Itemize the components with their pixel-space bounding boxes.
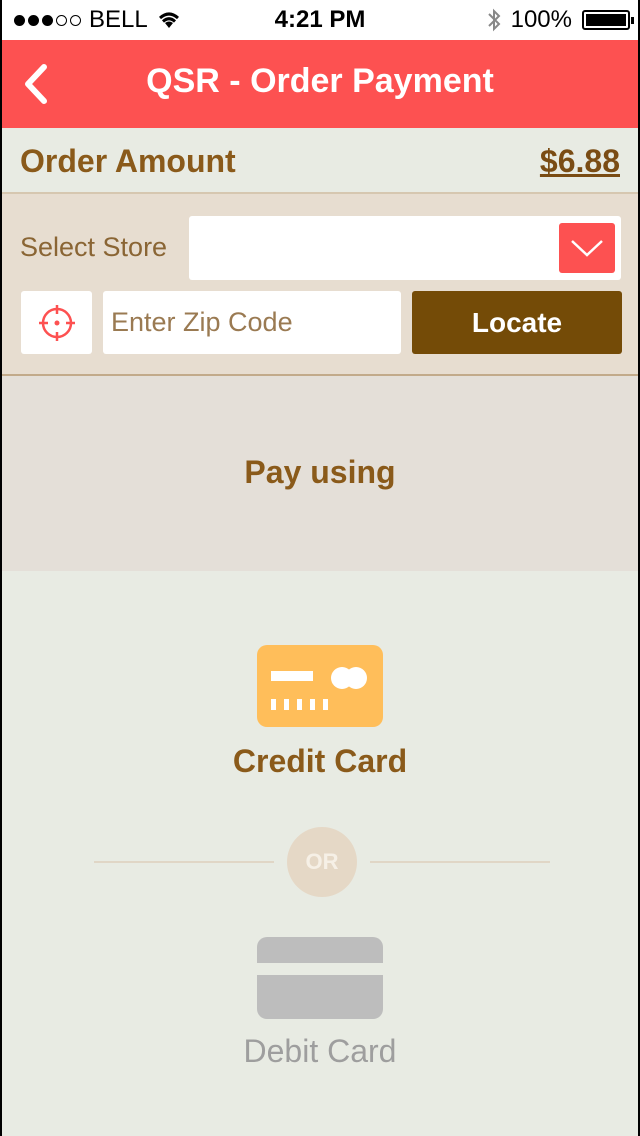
battery-percent: 100% xyxy=(510,6,572,33)
debit-card-label: Debit Card xyxy=(243,1033,397,1069)
credit-card-icon xyxy=(257,645,383,727)
page-title: QSR - Order Payment xyxy=(146,62,494,100)
bluetooth-icon xyxy=(487,8,501,32)
payment-options: Credit Card OR Debit Card xyxy=(2,571,638,1136)
battery-icon xyxy=(582,10,634,30)
crosshair-locate-icon xyxy=(38,304,75,341)
order-amount-value[interactable]: $6.88 xyxy=(540,143,620,180)
navigation-bar: QSR - Order Payment xyxy=(2,40,638,128)
order-amount-row: Order Amount $6.88 xyxy=(2,128,638,194)
order-amount-label: Order Amount xyxy=(20,143,236,179)
or-badge: OR xyxy=(287,827,357,897)
status-bar: BELL 4:21 PM 100% xyxy=(2,0,638,40)
app-screen: BELL 4:21 PM 100% QSR - Order Payment Or… xyxy=(2,0,638,1136)
dropdown-button[interactable] xyxy=(559,223,615,273)
credit-card-label: Credit Card xyxy=(232,743,408,779)
pay-using-label: Pay using xyxy=(244,454,396,490)
dropdown-chevron-icon xyxy=(571,240,603,257)
debit-card-option[interactable]: Debit Card xyxy=(2,937,638,1070)
store-select-dropdown[interactable] xyxy=(189,216,621,280)
divider-line-left xyxy=(94,861,274,863)
select-store-label: Select Store xyxy=(20,232,168,262)
store-section: Select Store Locate xyxy=(2,194,638,376)
or-divider: OR xyxy=(94,827,550,897)
current-location-button[interactable] xyxy=(21,291,92,354)
credit-card-option[interactable]: Credit Card xyxy=(2,645,638,780)
divider-line-right xyxy=(370,861,550,863)
pay-using-header: Pay using xyxy=(2,376,638,571)
debit-card-icon xyxy=(257,937,383,1019)
locate-button[interactable]: Locate xyxy=(412,291,622,354)
status-right: 100% xyxy=(487,6,634,34)
zip-code-input[interactable] xyxy=(103,291,401,354)
